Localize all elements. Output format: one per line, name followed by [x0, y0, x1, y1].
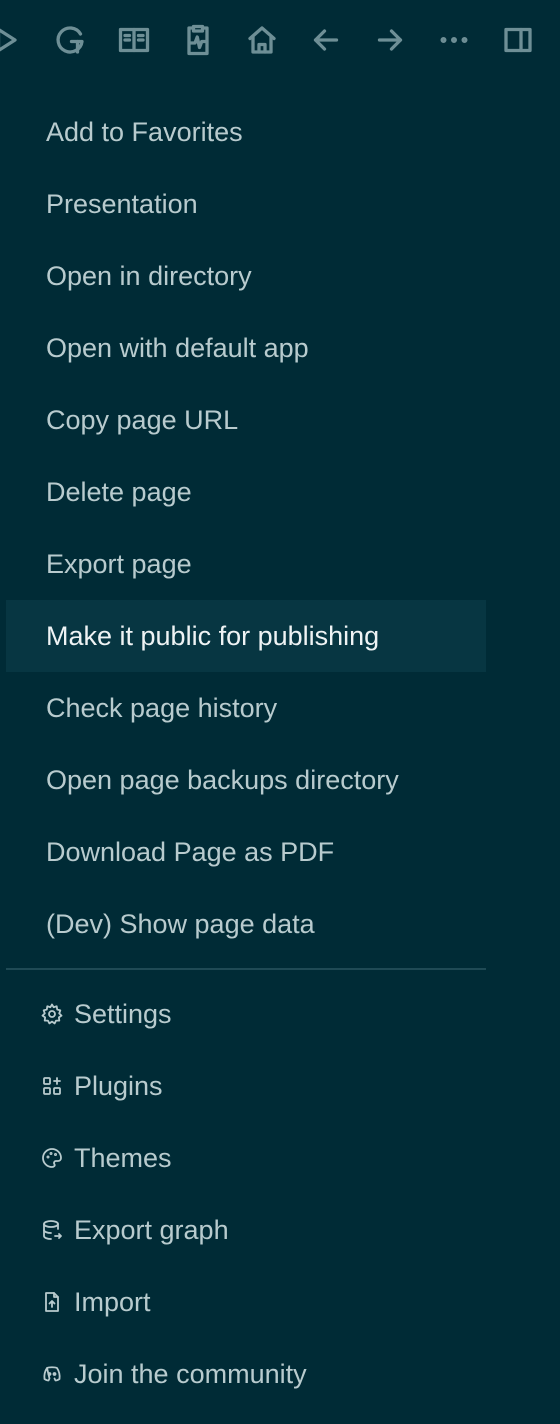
menu-item-settings[interactable]: Settings: [6, 978, 486, 1050]
menu-item-make-public[interactable]: Make it public for publishing: [6, 600, 486, 672]
menu-item-plugins[interactable]: Plugins: [6, 1050, 486, 1122]
discord-icon: [40, 1362, 64, 1386]
menu-item-join-community[interactable]: Join the community: [6, 1338, 486, 1410]
menu-item-open-with-default-app[interactable]: Open with default app: [6, 312, 486, 384]
menu-item-download-pdf[interactable]: Download Page as PDF: [6, 816, 486, 888]
page-menu: Add to Favorites Presentation Open in di…: [6, 96, 486, 960]
menu-item-label: Themes: [74, 1142, 172, 1173]
palette-icon: [40, 1146, 64, 1170]
sidebar-toggle-icon[interactable]: [498, 20, 538, 60]
menu-item-label: Settings: [74, 998, 172, 1029]
menu-item-label: Open page backups directory: [46, 764, 399, 795]
menu-item-add-to-favorites[interactable]: Add to Favorites: [6, 96, 486, 168]
home-icon[interactable]: [242, 20, 282, 60]
menu-item-check-page-history[interactable]: Check page history: [6, 672, 486, 744]
menu-item-delete-page[interactable]: Delete page: [6, 456, 486, 528]
menu-item-label: Download Page as PDF: [46, 836, 335, 867]
menu-item-label: Export graph: [74, 1214, 229, 1245]
menu-item-label: Open with default app: [46, 332, 309, 363]
menu-item-copy-page-url[interactable]: Copy page URL: [6, 384, 486, 456]
menu-item-label: Copy page URL: [46, 404, 239, 435]
top-toolbar: [0, 0, 560, 80]
arrow-right-icon[interactable]: [370, 20, 410, 60]
menu-item-label: Open in directory: [46, 260, 252, 291]
arrow-left-icon[interactable]: [306, 20, 346, 60]
graph-g-icon[interactable]: [50, 20, 90, 60]
menu-item-label: Make it public for publishing: [46, 620, 380, 651]
play-icon[interactable]: [0, 20, 26, 60]
menu-item-export-graph[interactable]: Export graph: [6, 1194, 486, 1266]
database-export-icon: [40, 1218, 64, 1242]
menu-divider: [6, 968, 486, 970]
app-menu: Settings Plugins Themes Export graph Imp…: [6, 978, 486, 1410]
more-icon[interactable]: [434, 20, 474, 60]
menu-item-dev-show-page-data[interactable]: (Dev) Show page data: [6, 888, 486, 960]
gear-icon: [40, 1002, 64, 1026]
menu-item-import[interactable]: Import: [6, 1266, 486, 1338]
menu-item-label: Presentation: [46, 188, 198, 219]
menu-item-label: Add to Favorites: [46, 116, 243, 147]
menu-item-open-in-directory[interactable]: Open in directory: [6, 240, 486, 312]
menu-item-label: Export page: [46, 548, 192, 579]
menu-item-themes[interactable]: Themes: [6, 1122, 486, 1194]
file-upload-icon: [40, 1290, 64, 1314]
menu-item-label: Import: [74, 1286, 151, 1317]
menu-item-label: Plugins: [74, 1070, 163, 1101]
menu-item-open-backups-directory[interactable]: Open page backups directory: [6, 744, 486, 816]
menu-item-label: Delete page: [46, 476, 192, 507]
clipboard-activity-icon[interactable]: [178, 20, 218, 60]
menu-item-export-page[interactable]: Export page: [6, 528, 486, 600]
menu-item-label: Join the community: [74, 1358, 307, 1389]
menu-item-label: (Dev) Show page data: [46, 908, 315, 939]
menu-item-label: Check page history: [46, 692, 278, 723]
menu-item-presentation[interactable]: Presentation: [6, 168, 486, 240]
book-icon[interactable]: [114, 20, 154, 60]
plugins-icon: [40, 1074, 64, 1098]
